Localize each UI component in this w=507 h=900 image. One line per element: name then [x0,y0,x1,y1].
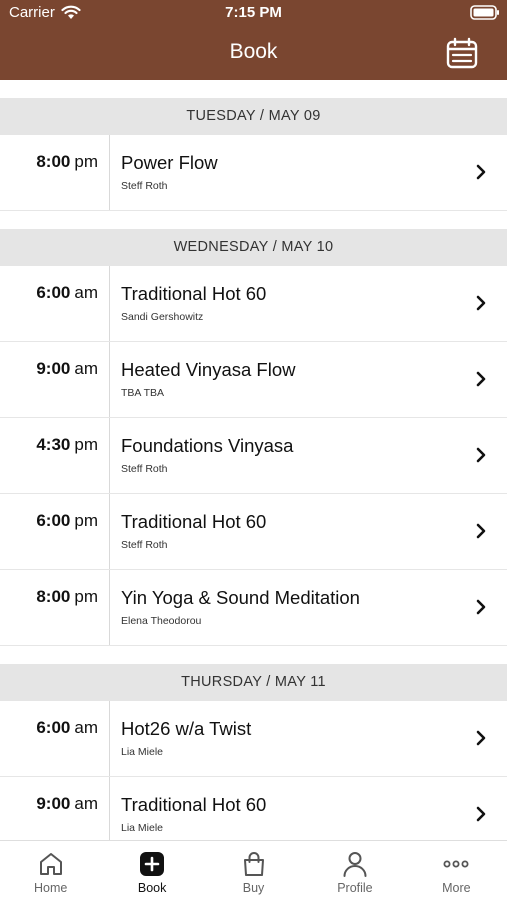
class-time: 6:00 am [0,701,110,776]
tab-more-label: More [442,881,471,895]
class-info: Foundations Vinyasa Steff Roth [110,418,507,493]
instructor-name: TBA TBA [121,387,164,399]
battery-icon [470,5,499,20]
class-info: Power Flow Steff Roth [110,135,507,210]
class-name: Traditional Hot 60 [121,283,267,304]
class-name: Foundations Vinyasa [121,435,294,456]
class-row[interactable]: 6:00 pm Traditional Hot 60 Steff Roth [0,494,507,570]
tab-book[interactable]: Book [101,841,202,900]
tab-buy-label: Buy [242,881,265,895]
chevron-right-icon [476,730,486,746]
tab-home-label: Home [34,881,68,895]
class-row[interactable]: 8:00 pm Yin Yoga & Sound Meditation Elena… [0,570,507,646]
class-row[interactable]: 9:00 am Heated Vinyasa Flow TBA TBA [0,342,507,418]
class-time: 9:00 am [0,777,110,840]
class-time: 9:00 am [0,342,110,417]
class-row[interactable]: 9:00 am Traditional Hot 60 Lia Miele [0,777,507,840]
list-spacer [0,211,507,229]
class-name: Traditional Hot 60 [121,511,267,532]
class-time: 8:00 pm [0,135,110,210]
shopping-bag-icon [243,852,264,876]
chevron-right-icon [476,371,486,387]
class-time: 4:30 pm [0,418,110,493]
instructor-name: Elena Theodorou [121,615,202,627]
class-row[interactable]: 6:00 am Hot26 w/a Twist Lia Miele [0,701,507,777]
class-name: Heated Vinyasa Flow [121,359,296,380]
class-info: Traditional Hot 60 Lia Miele [110,777,507,840]
list-spacer [0,646,507,664]
status-bar: Carrier 7:15 PM [0,0,507,26]
class-time: 8:00 pm [0,570,110,645]
instructor-name: Lia Miele [121,746,164,758]
chevron-right-icon [476,523,486,539]
class-name: Yin Yoga & Sound Meditation [121,587,360,608]
tab-more[interactable]: More [406,841,507,900]
status-time: 7:15 PM [225,4,282,21]
tab-buy[interactable]: Buy [203,841,304,900]
class-row[interactable]: 8:00 pm Power Flow Steff Roth [0,135,507,211]
tab-book-label: Book [137,881,167,895]
instructor-name: Sandi Gershowitz [121,311,204,323]
user-icon [343,852,367,877]
class-info: Hot26 w/a Twist Lia Miele [110,701,507,776]
list-spacer [0,80,507,98]
day-header: THURSDAY / MAY 11 [0,664,507,701]
class-time: 6:00 am [0,266,110,341]
tab-profile-label: Profile [337,881,373,895]
class-name: Traditional Hot 60 [121,794,267,815]
chevron-right-icon [476,806,486,822]
tab-home[interactable]: Home [0,841,101,900]
chevron-right-icon [476,295,486,311]
class-time: 6:00 pm [0,494,110,569]
day-header: WEDNESDAY / MAY 10 [0,229,507,266]
header-bar: Carrier 7:15 PM Book [0,0,507,80]
home-icon [39,853,62,875]
class-row[interactable]: 4:30 pm Foundations Vinyasa Steff Roth [0,418,507,494]
class-name: Hot26 w/a Twist [121,718,252,739]
class-row[interactable]: 6:00 am Traditional Hot 60 Sandi Gershowi… [0,266,507,342]
chevron-right-icon [476,599,486,615]
class-info: Traditional Hot 60 Steff Roth [110,494,507,569]
class-name: Power Flow [121,152,218,173]
tab-profile[interactable]: Profile [304,841,405,900]
more-icon [443,860,469,868]
chevron-right-icon [476,164,486,180]
instructor-name: Steff Roth [121,463,168,475]
class-info: Yin Yoga & Sound Meditation Elena Theodo… [110,570,507,645]
tab-bar: Home Book Buy Profile More [0,840,507,900]
calendar-icon[interactable] [445,36,479,70]
instructor-name: Steff Roth [121,539,168,551]
instructor-name: Lia Miele [121,822,164,834]
schedule-list: TUESDAY / MAY 09 8:00 pm Power Flow Steff… [0,80,507,840]
class-info: Heated Vinyasa Flow TBA TBA [110,342,507,417]
day-header: TUESDAY / MAY 09 [0,98,507,135]
class-info: Traditional Hot 60 Sandi Gershowitz [110,266,507,341]
page-title: Book [229,40,278,63]
instructor-name: Steff Roth [121,180,168,192]
chevron-right-icon [476,447,486,463]
add-icon [140,852,165,876]
